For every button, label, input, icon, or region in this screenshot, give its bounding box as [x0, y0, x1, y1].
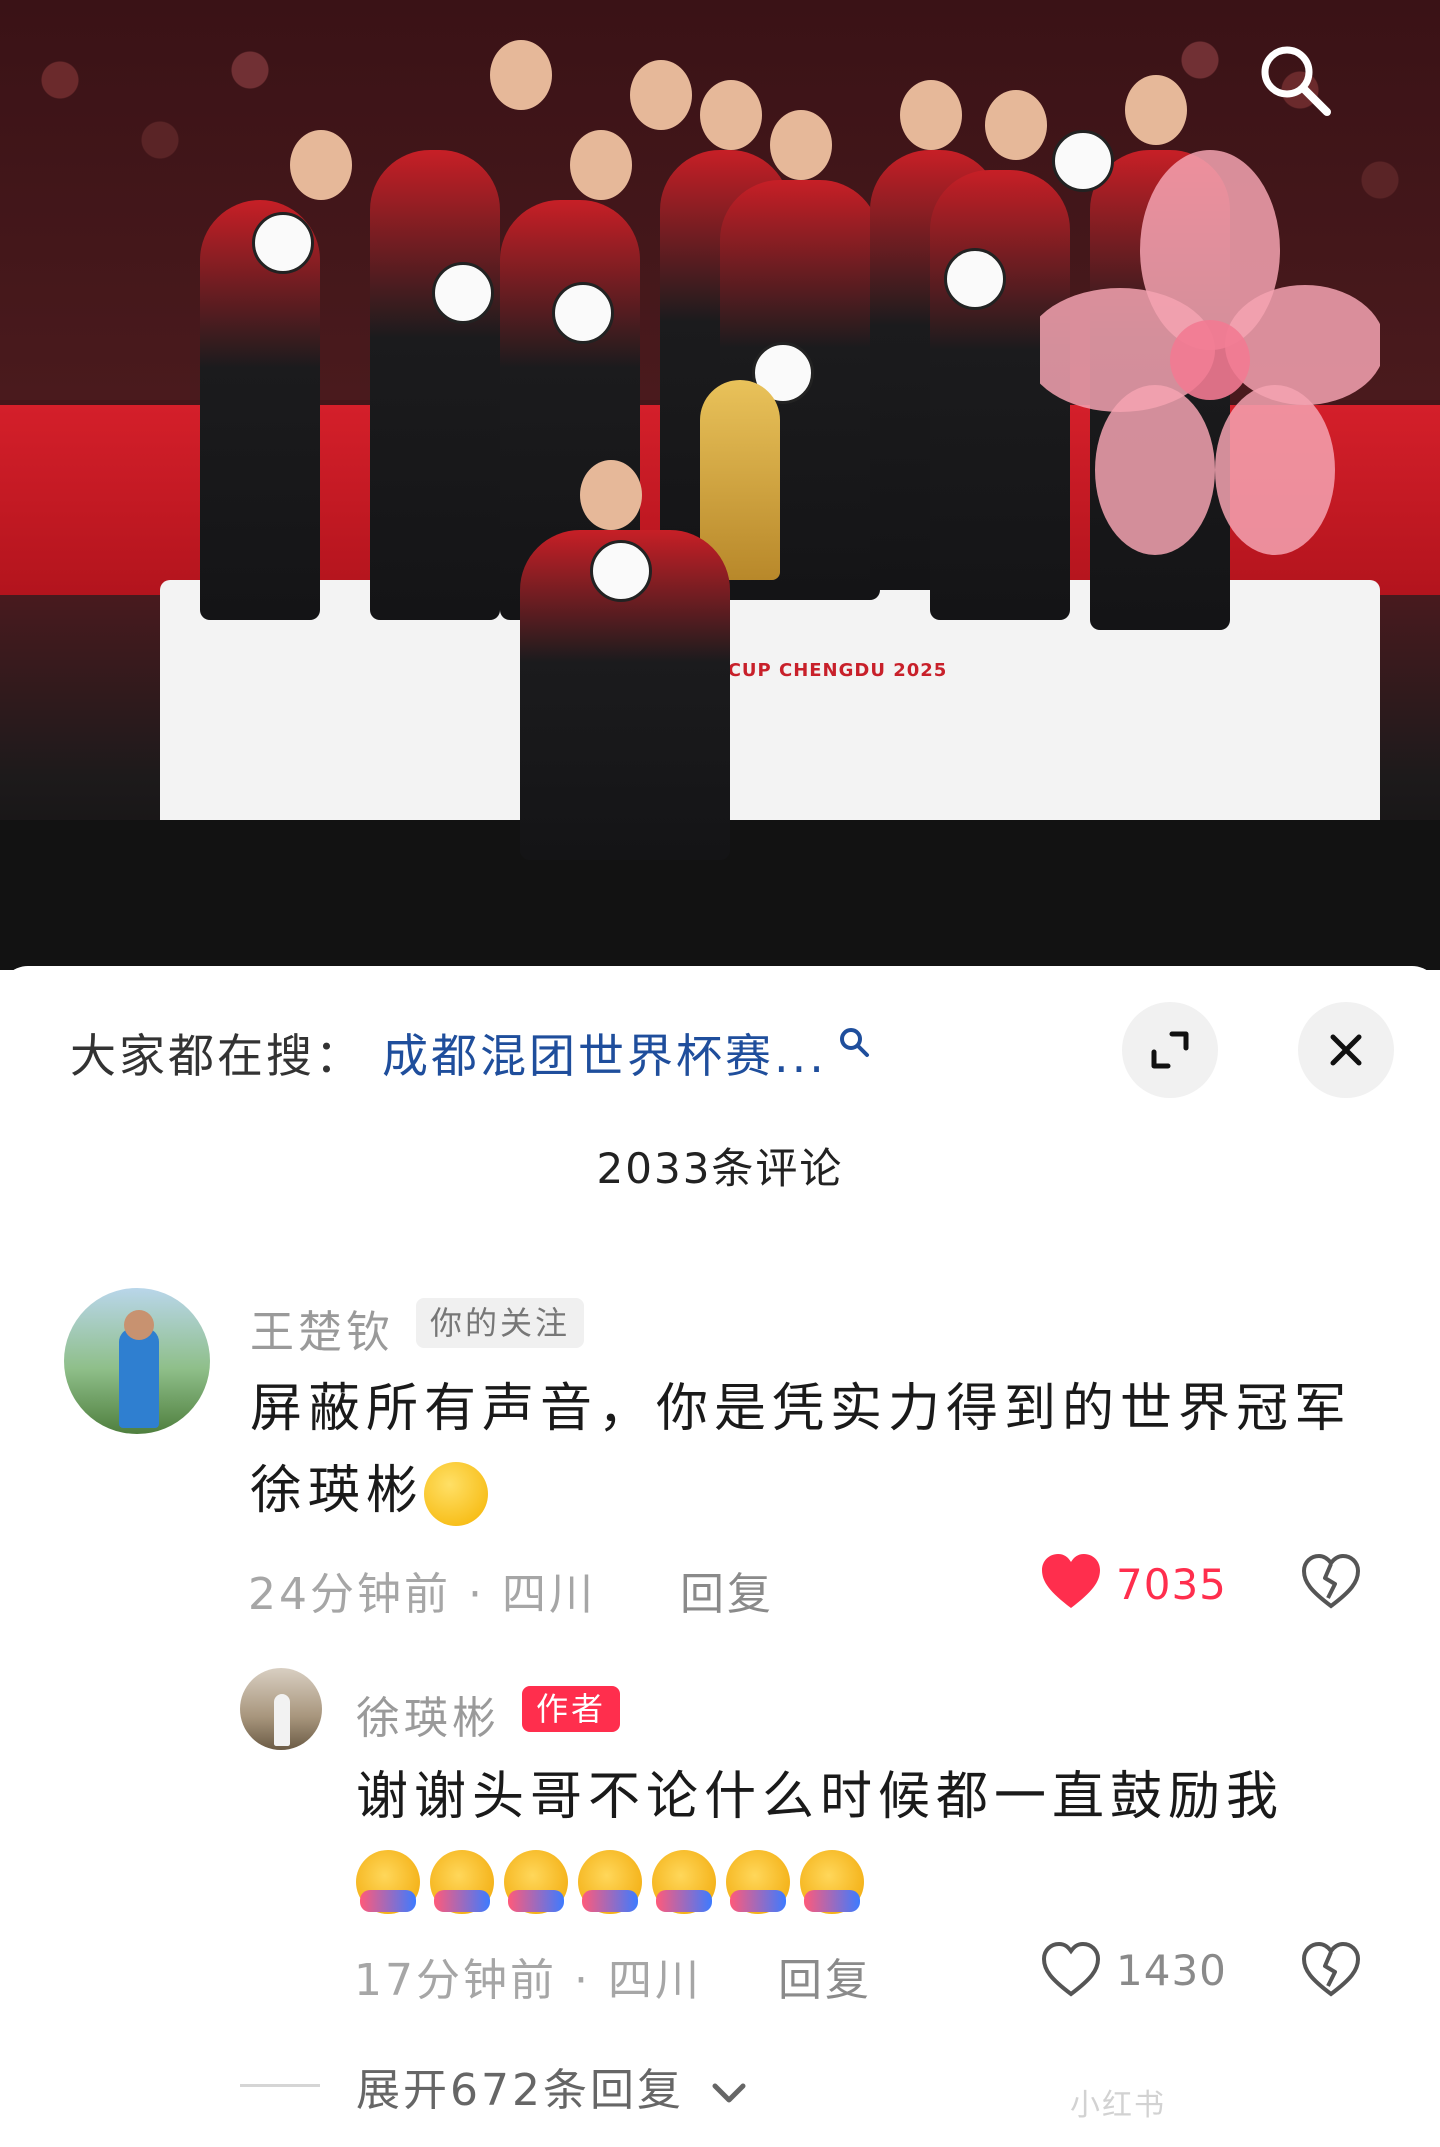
team-member-head — [770, 110, 832, 180]
hug-emoji-icon — [504, 1850, 568, 1914]
panda-mascot — [590, 540, 652, 602]
hug-emoji-icon — [800, 1850, 864, 1914]
reply-button[interactable]: 回复 — [778, 1944, 872, 2008]
expand-replies-label: 展开672条回复 — [356, 2065, 684, 2116]
team-member-head — [700, 80, 762, 150]
trending-search-bar[interactable]: 大家都在搜： 成都混团世界杯赛... — [70, 1018, 871, 1088]
team-member-head — [900, 80, 962, 150]
smirk-emoji-icon — [424, 1462, 489, 1526]
reply-emoji-row — [356, 1850, 874, 1914]
expand-button[interactable] — [1122, 1002, 1218, 1098]
search-icon[interactable] — [1255, 40, 1335, 120]
comment-username[interactable]: 王楚钦 — [250, 1296, 394, 1360]
hug-emoji-icon — [430, 1850, 494, 1914]
team-member-head — [1125, 75, 1187, 145]
search-icon[interactable] — [837, 1025, 871, 1059]
watermark: 小红书 — [1070, 2088, 1166, 2123]
panda-mascot — [552, 282, 614, 344]
hug-emoji-icon — [726, 1850, 790, 1914]
avatar-face — [124, 1310, 154, 1340]
heart-outline-icon[interactable] — [1040, 1940, 1102, 1998]
like-count: 7035 — [1116, 1560, 1227, 1609]
dislike-icon[interactable] — [1300, 1552, 1362, 1610]
avatar[interactable] — [64, 1288, 210, 1434]
team-member — [370, 150, 500, 620]
close-button[interactable] — [1298, 1002, 1394, 1098]
comment-count: 2033条评论 — [596, 1144, 844, 1193]
avatar-figure — [274, 1694, 290, 1746]
team-member-head — [290, 130, 352, 200]
panda-mascot — [944, 248, 1006, 310]
panda-mascot — [252, 212, 314, 274]
selfie-player-head — [580, 460, 642, 530]
reply-button[interactable]: 回复 — [680, 1558, 774, 1622]
reply-body: 谢谢头哥不论什么时候都一直鼓励我 — [356, 1767, 1285, 1827]
comment-text: 屏蔽所有声音，你是凭实力得到的世界冠军徐瑛彬 — [250, 1368, 1380, 1532]
team-member-head — [630, 60, 692, 130]
reply-time-location: 17分钟前 · 四川 — [354, 1955, 702, 2006]
trending-search-prefix: 大家都在搜： — [70, 1029, 364, 1083]
panda-mascot — [432, 262, 494, 324]
trending-search-term[interactable]: 成都混团世界杯赛... — [382, 1020, 827, 1086]
chevron-down-icon — [712, 2083, 746, 2103]
dislike-icon[interactable] — [1300, 1940, 1362, 1998]
close-icon — [1330, 1034, 1362, 1066]
reply-username[interactable]: 徐瑛彬 — [356, 1682, 500, 1746]
expand-icon — [1151, 1031, 1189, 1069]
expand-divider — [240, 2084, 320, 2087]
post-photo[interactable]: WORLD CUP CHENGDU 2025 — [0, 0, 1440, 970]
reply-text: 谢谢头哥不论什么时候都一直鼓励我 — [356, 1756, 1356, 1838]
following-badge: 你的关注 — [416, 1298, 585, 1348]
avatar-figure — [119, 1328, 159, 1428]
team-member-head — [985, 90, 1047, 160]
comment-time-location: 24分钟前 · 四川 — [248, 1569, 596, 1620]
avatar[interactable] — [240, 1668, 322, 1750]
expand-replies-button[interactable]: 展开672条回复 — [356, 2054, 749, 2118]
hug-emoji-icon — [578, 1850, 642, 1914]
flower-sticker-icon — [1040, 150, 1380, 555]
hug-emoji-icon — [652, 1850, 716, 1914]
heart-filled-icon[interactable] — [1040, 1552, 1102, 1610]
team-member-head — [570, 130, 632, 200]
comment-body: 屏蔽所有声音，你是凭实力得到的世界冠军徐瑛彬 — [250, 1379, 1353, 1521]
team-member-head — [490, 40, 552, 110]
hug-emoji-icon — [356, 1850, 420, 1914]
author-badge: 作者 — [522, 1686, 621, 1732]
like-count: 1430 — [1116, 1946, 1227, 1995]
